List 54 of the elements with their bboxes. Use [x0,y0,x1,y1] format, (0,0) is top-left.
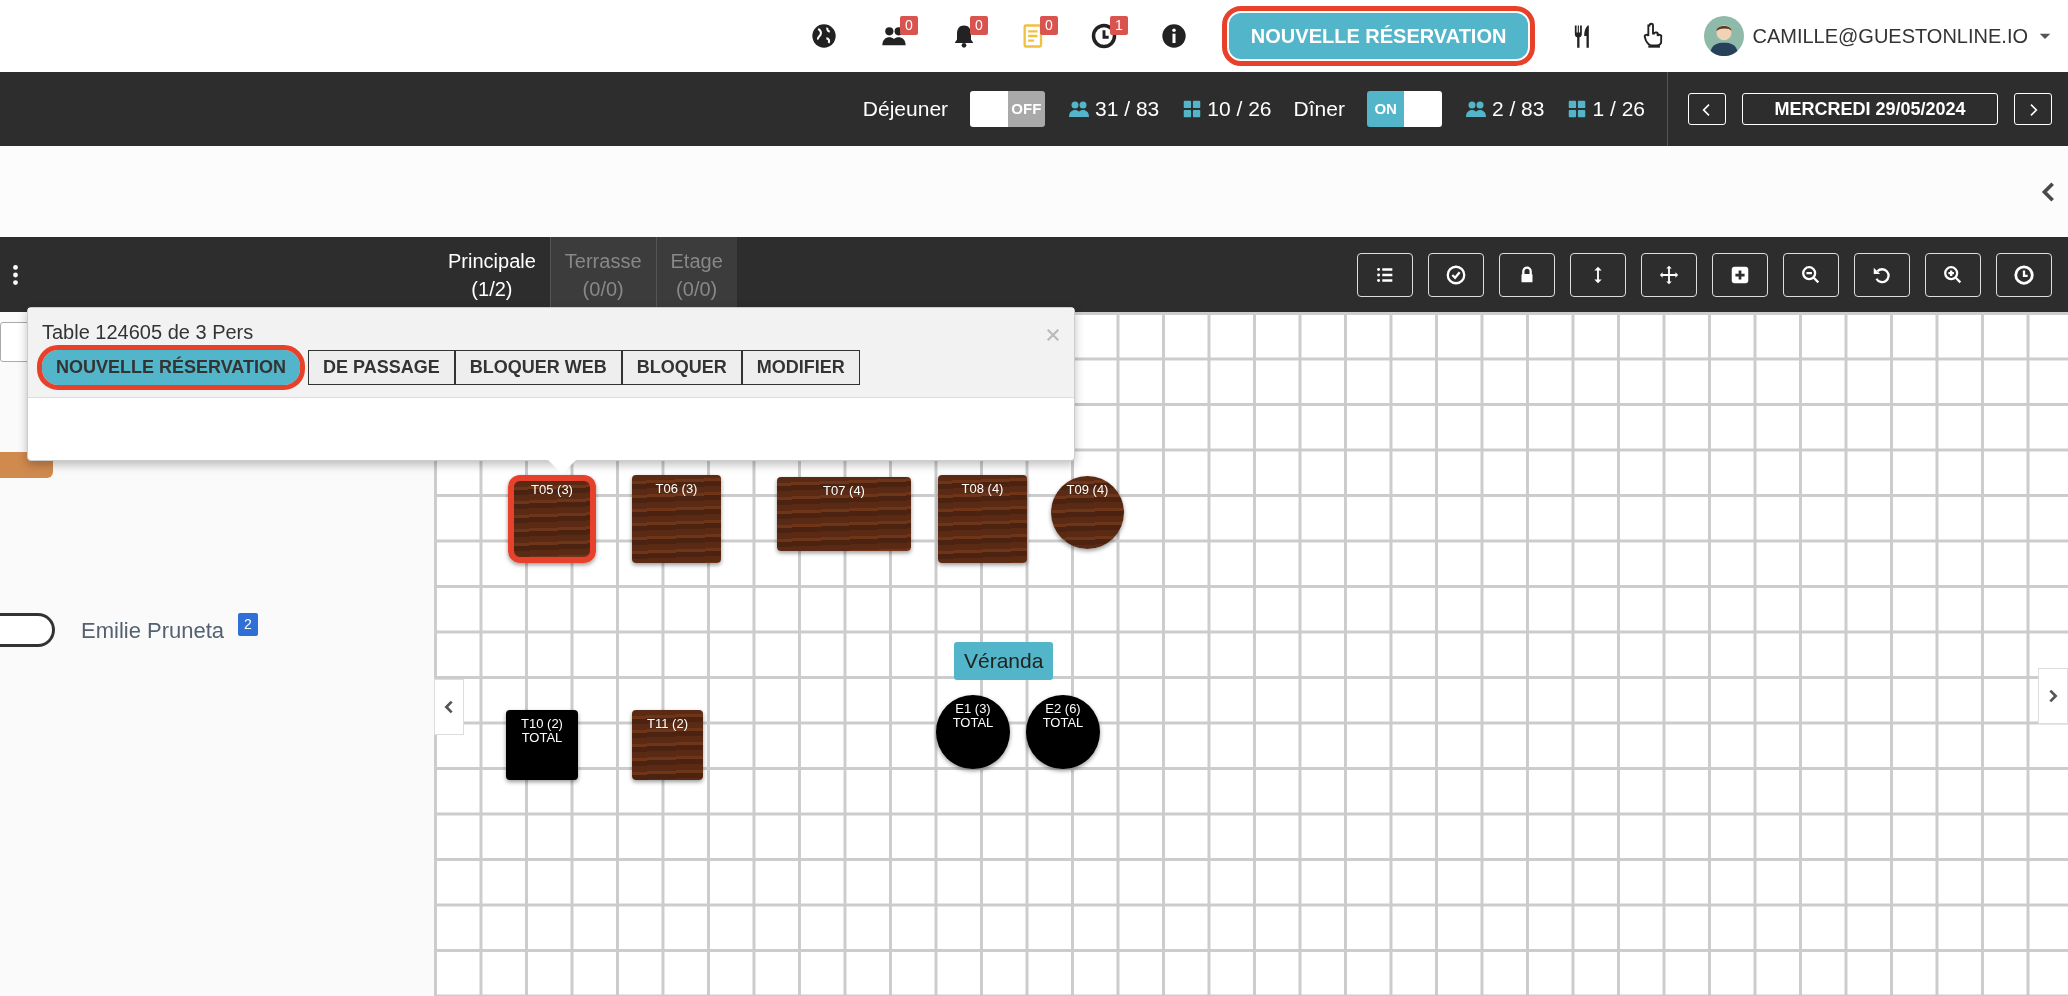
count-badge: 0 [1040,16,1058,35]
toolbar-button[interactable] [1854,252,1910,297]
table[interactable]: E2 (6) TOTAL [1026,695,1100,769]
area-label: Véranda [954,642,1054,680]
toolbar-button[interactable] [1570,252,1626,297]
info-icon [1159,22,1188,50]
table[interactable]: T09 (4) [1051,476,1124,549]
scroll-left-button[interactable] [434,679,464,735]
move-icon [1658,263,1680,286]
toolbar-button[interactable] [1641,252,1697,297]
count-badge: 2 [238,613,258,636]
table[interactable]: E1 (3) TOTAL [936,695,1010,769]
table-count: 1 / 26 [1592,96,1645,123]
kebab-icon [12,264,18,285]
scroll-right-button[interactable] [2038,668,2068,724]
toolbar-button[interactable] [1712,252,1768,297]
toggle-field[interactable] [0,613,55,647]
next-day-button[interactable] [2014,93,2052,125]
toolbar-button[interactable] [1925,252,1981,297]
service-name: Dîner [1293,96,1345,123]
user-email[interactable]: CAMILLE@GUESTONLINE.IO [1752,21,2028,51]
table[interactable]: T05 (3) [508,475,596,563]
toolbar-button[interactable] [1499,252,1555,297]
clock-icon [2013,263,2035,286]
popup-action-button[interactable]: BLOQUER [621,350,742,385]
count-badge: 0 [970,16,988,35]
previous-day-button[interactable] [1688,93,1726,125]
globe-icon [809,22,838,50]
toolbar-button[interactable] [1357,252,1413,297]
toolbar-button[interactable] [1996,252,2052,297]
count-badge: 1 [1110,16,1128,35]
check-circle-icon [1445,263,1467,286]
table[interactable]: T11 (2) [632,710,703,780]
zoom-in-icon [1942,263,1964,286]
popup-action-button[interactable]: BLOQUER WEB [454,350,622,385]
popup-title: Table 124605 de 3 Pers [42,320,254,344]
date-button[interactable]: MERCREDI 29/05/2024 [1742,93,1998,125]
count-badge: 0 [900,16,918,35]
toolbar-button[interactable] [1783,252,1839,297]
guest-count: 2 / 83 [1491,96,1545,123]
clock-icon [1089,22,1118,50]
toolbar-button[interactable] [1428,252,1484,297]
avatar-icon [1704,16,1745,56]
table[interactable]: T08 (4) [938,475,1027,563]
table-count: 10 / 26 [1207,96,1272,123]
popup-action-button[interactable]: DE PASSAGE [308,350,455,385]
table[interactable]: T06 (3) [632,475,721,563]
table[interactable]: T07 (4) [777,477,911,551]
table[interactable]: T10 (2) TOTAL [506,710,578,780]
popup-action-button[interactable]: MODIFIER [741,350,860,385]
zoom-out-icon [1800,263,1822,286]
guest-count: 31 / 83 [1095,96,1160,123]
guest-name[interactable]: Emilie Pruneta [81,613,225,647]
service-name: Déjeuner [862,96,949,123]
